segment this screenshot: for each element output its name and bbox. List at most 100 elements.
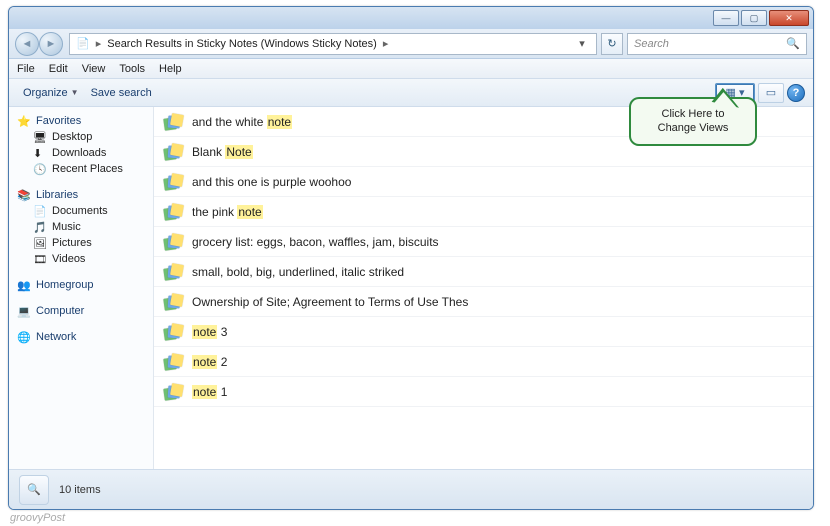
network-icon: 🌐: [17, 331, 31, 343]
preview-pane-button[interactable]: ▭: [758, 83, 784, 103]
address-bar-row: ◄ ► 📄 ▸ Search Results in Sticky Notes (…: [9, 29, 813, 59]
list-item[interactable]: small, bold, big, underlined, italic str…: [154, 257, 813, 287]
search-highlight: note: [237, 205, 262, 219]
watermark: groovyPost: [10, 512, 65, 524]
sticky-note-icon: [164, 174, 182, 190]
sidebar-item-label: Documents: [52, 205, 108, 217]
computer-icon: 💻: [17, 305, 31, 317]
forward-button[interactable]: ►: [39, 32, 63, 56]
sidebar-libraries[interactable]: 📚 Libraries: [13, 187, 149, 203]
address-dropdown[interactable]: ▾: [574, 37, 590, 50]
close-button[interactable]: ✕: [769, 10, 809, 26]
maximize-button[interactable]: ▢: [741, 10, 767, 26]
search-highlight: note: [192, 385, 217, 399]
sticky-note-icon: [164, 204, 182, 220]
star-icon: ⭐: [17, 115, 31, 127]
result-title: note 1: [192, 385, 227, 399]
minimize-button[interactable]: —: [713, 10, 739, 26]
sidebar-item-desktop[interactable]: 🖥Desktop: [13, 129, 149, 145]
save-search-button[interactable]: Save search: [85, 84, 158, 102]
menu-view[interactable]: View: [82, 63, 106, 75]
sticky-note-icon: [164, 324, 182, 340]
list-item[interactable]: grocery list: eggs, bacon, waffles, jam,…: [154, 227, 813, 257]
nav-buttons: ◄ ►: [15, 32, 65, 56]
sticky-note-icon: [164, 114, 182, 130]
search-icon: 🔍: [786, 37, 800, 50]
sidebar-item-music[interactable]: 🎵Music: [13, 219, 149, 235]
sidebar-network[interactable]: 🌐 Network: [13, 329, 149, 345]
favorites-label: Favorites: [36, 115, 81, 127]
libraries-label: Libraries: [36, 189, 78, 201]
navigation-pane: ⭐ Favorites 🖥Desktop ⬇ Downloads 🕓Recent P…: [9, 107, 154, 469]
sidebar-item-recent[interactable]: 🕓Recent Places: [13, 161, 149, 177]
videos-icon: 🎞: [33, 253, 47, 265]
menu-tools[interactable]: Tools: [119, 63, 145, 75]
callout-line: Click Here to: [641, 107, 745, 121]
annotation-callout: Click Here to Change Views: [629, 97, 757, 146]
menu-file[interactable]: File: [17, 63, 35, 75]
list-item[interactable]: note 3: [154, 317, 813, 347]
result-title: and this one is purple woohoo: [192, 175, 351, 189]
recent-icon: 🕓: [33, 163, 47, 175]
sticky-note-icon: [164, 264, 182, 280]
sidebar-favorites[interactable]: ⭐ Favorites: [13, 113, 149, 129]
sidebar-item-label: Videos: [52, 253, 85, 265]
result-title: Ownership of Site; Agreement to Terms of…: [192, 295, 468, 309]
sidebar-computer[interactable]: 💻 Computer: [13, 303, 149, 319]
sidebar-item-label: Desktop: [52, 131, 92, 143]
menu-edit[interactable]: Edit: [49, 63, 68, 75]
sticky-note-icon: [164, 144, 182, 160]
results-list: and the white noteBlank Noteand this one…: [154, 107, 813, 469]
result-title: note 3: [192, 325, 227, 339]
computer-label: Computer: [36, 305, 84, 317]
result-title: small, bold, big, underlined, italic str…: [192, 265, 404, 279]
network-label: Network: [36, 331, 76, 343]
pictures-icon: 🖼: [33, 237, 47, 249]
list-item[interactable]: the pink note: [154, 197, 813, 227]
search-placeholder: Search: [634, 38, 669, 50]
breadcrumb-separator: ▸: [96, 37, 102, 50]
explorer-window: — ▢ ✕ ◄ ► 📄 ▸ Search Results in Sticky N…: [8, 6, 814, 510]
documents-icon: 📄: [33, 205, 47, 217]
libraries-icon: 📚: [17, 189, 31, 201]
organize-button[interactable]: Organize▼: [17, 84, 85, 102]
sidebar-item-videos[interactable]: 🎞 Videos: [13, 251, 149, 267]
back-button[interactable]: ◄: [15, 32, 39, 56]
search-scope-icon: 📄: [76, 37, 90, 50]
menu-help[interactable]: Help: [159, 63, 182, 75]
result-title: and the white note: [192, 115, 292, 129]
list-item[interactable]: note 2: [154, 347, 813, 377]
homegroup-label: Homegroup: [36, 279, 93, 291]
sidebar-item-label: Pictures: [52, 237, 92, 249]
sidebar-item-pictures[interactable]: 🖼 Pictures: [13, 235, 149, 251]
list-item[interactable]: Ownership of Site; Agreement to Terms of…: [154, 287, 813, 317]
sticky-note-icon: [164, 294, 182, 310]
list-item[interactable]: and this one is purple woohoo: [154, 167, 813, 197]
sticky-note-icon: [164, 384, 182, 400]
downloads-icon: ⬇: [33, 147, 47, 159]
title-bar: — ▢ ✕: [9, 7, 813, 29]
sticky-note-icon: [164, 234, 182, 250]
sidebar-item-label: Downloads: [52, 147, 106, 159]
refresh-button[interactable]: ↻: [601, 33, 623, 55]
breadcrumb-separator: ▸: [383, 37, 389, 50]
result-title: note 2: [192, 355, 227, 369]
help-button[interactable]: ?: [787, 84, 805, 102]
chevron-down-icon: ▼: [71, 88, 79, 97]
search-input[interactable]: Search 🔍: [627, 33, 807, 55]
homegroup-icon: 👥: [17, 279, 31, 291]
result-title: grocery list: eggs, bacon, waffles, jam,…: [192, 235, 439, 249]
breadcrumb[interactable]: Search Results in Sticky Notes (Windows …: [107, 38, 377, 50]
body-area: ⭐ Favorites 🖥Desktop ⬇ Downloads 🕓Recent P…: [9, 107, 813, 469]
sidebar-item-documents[interactable]: 📄 Documents: [13, 203, 149, 219]
organize-label: Organize: [23, 87, 68, 99]
list-item[interactable]: note 1: [154, 377, 813, 407]
search-highlight: note: [267, 115, 292, 129]
address-bar[interactable]: 📄 ▸ Search Results in Sticky Notes (Wind…: [69, 33, 597, 55]
music-icon: 🎵: [33, 221, 47, 233]
sidebar-item-downloads[interactable]: ⬇ Downloads: [13, 145, 149, 161]
sidebar-homegroup[interactable]: 👥 Homegroup: [13, 277, 149, 293]
item-count: 10 items: [59, 484, 101, 496]
search-highlight: Note: [225, 145, 252, 159]
status-bar: 🔍 10 items: [9, 469, 813, 509]
